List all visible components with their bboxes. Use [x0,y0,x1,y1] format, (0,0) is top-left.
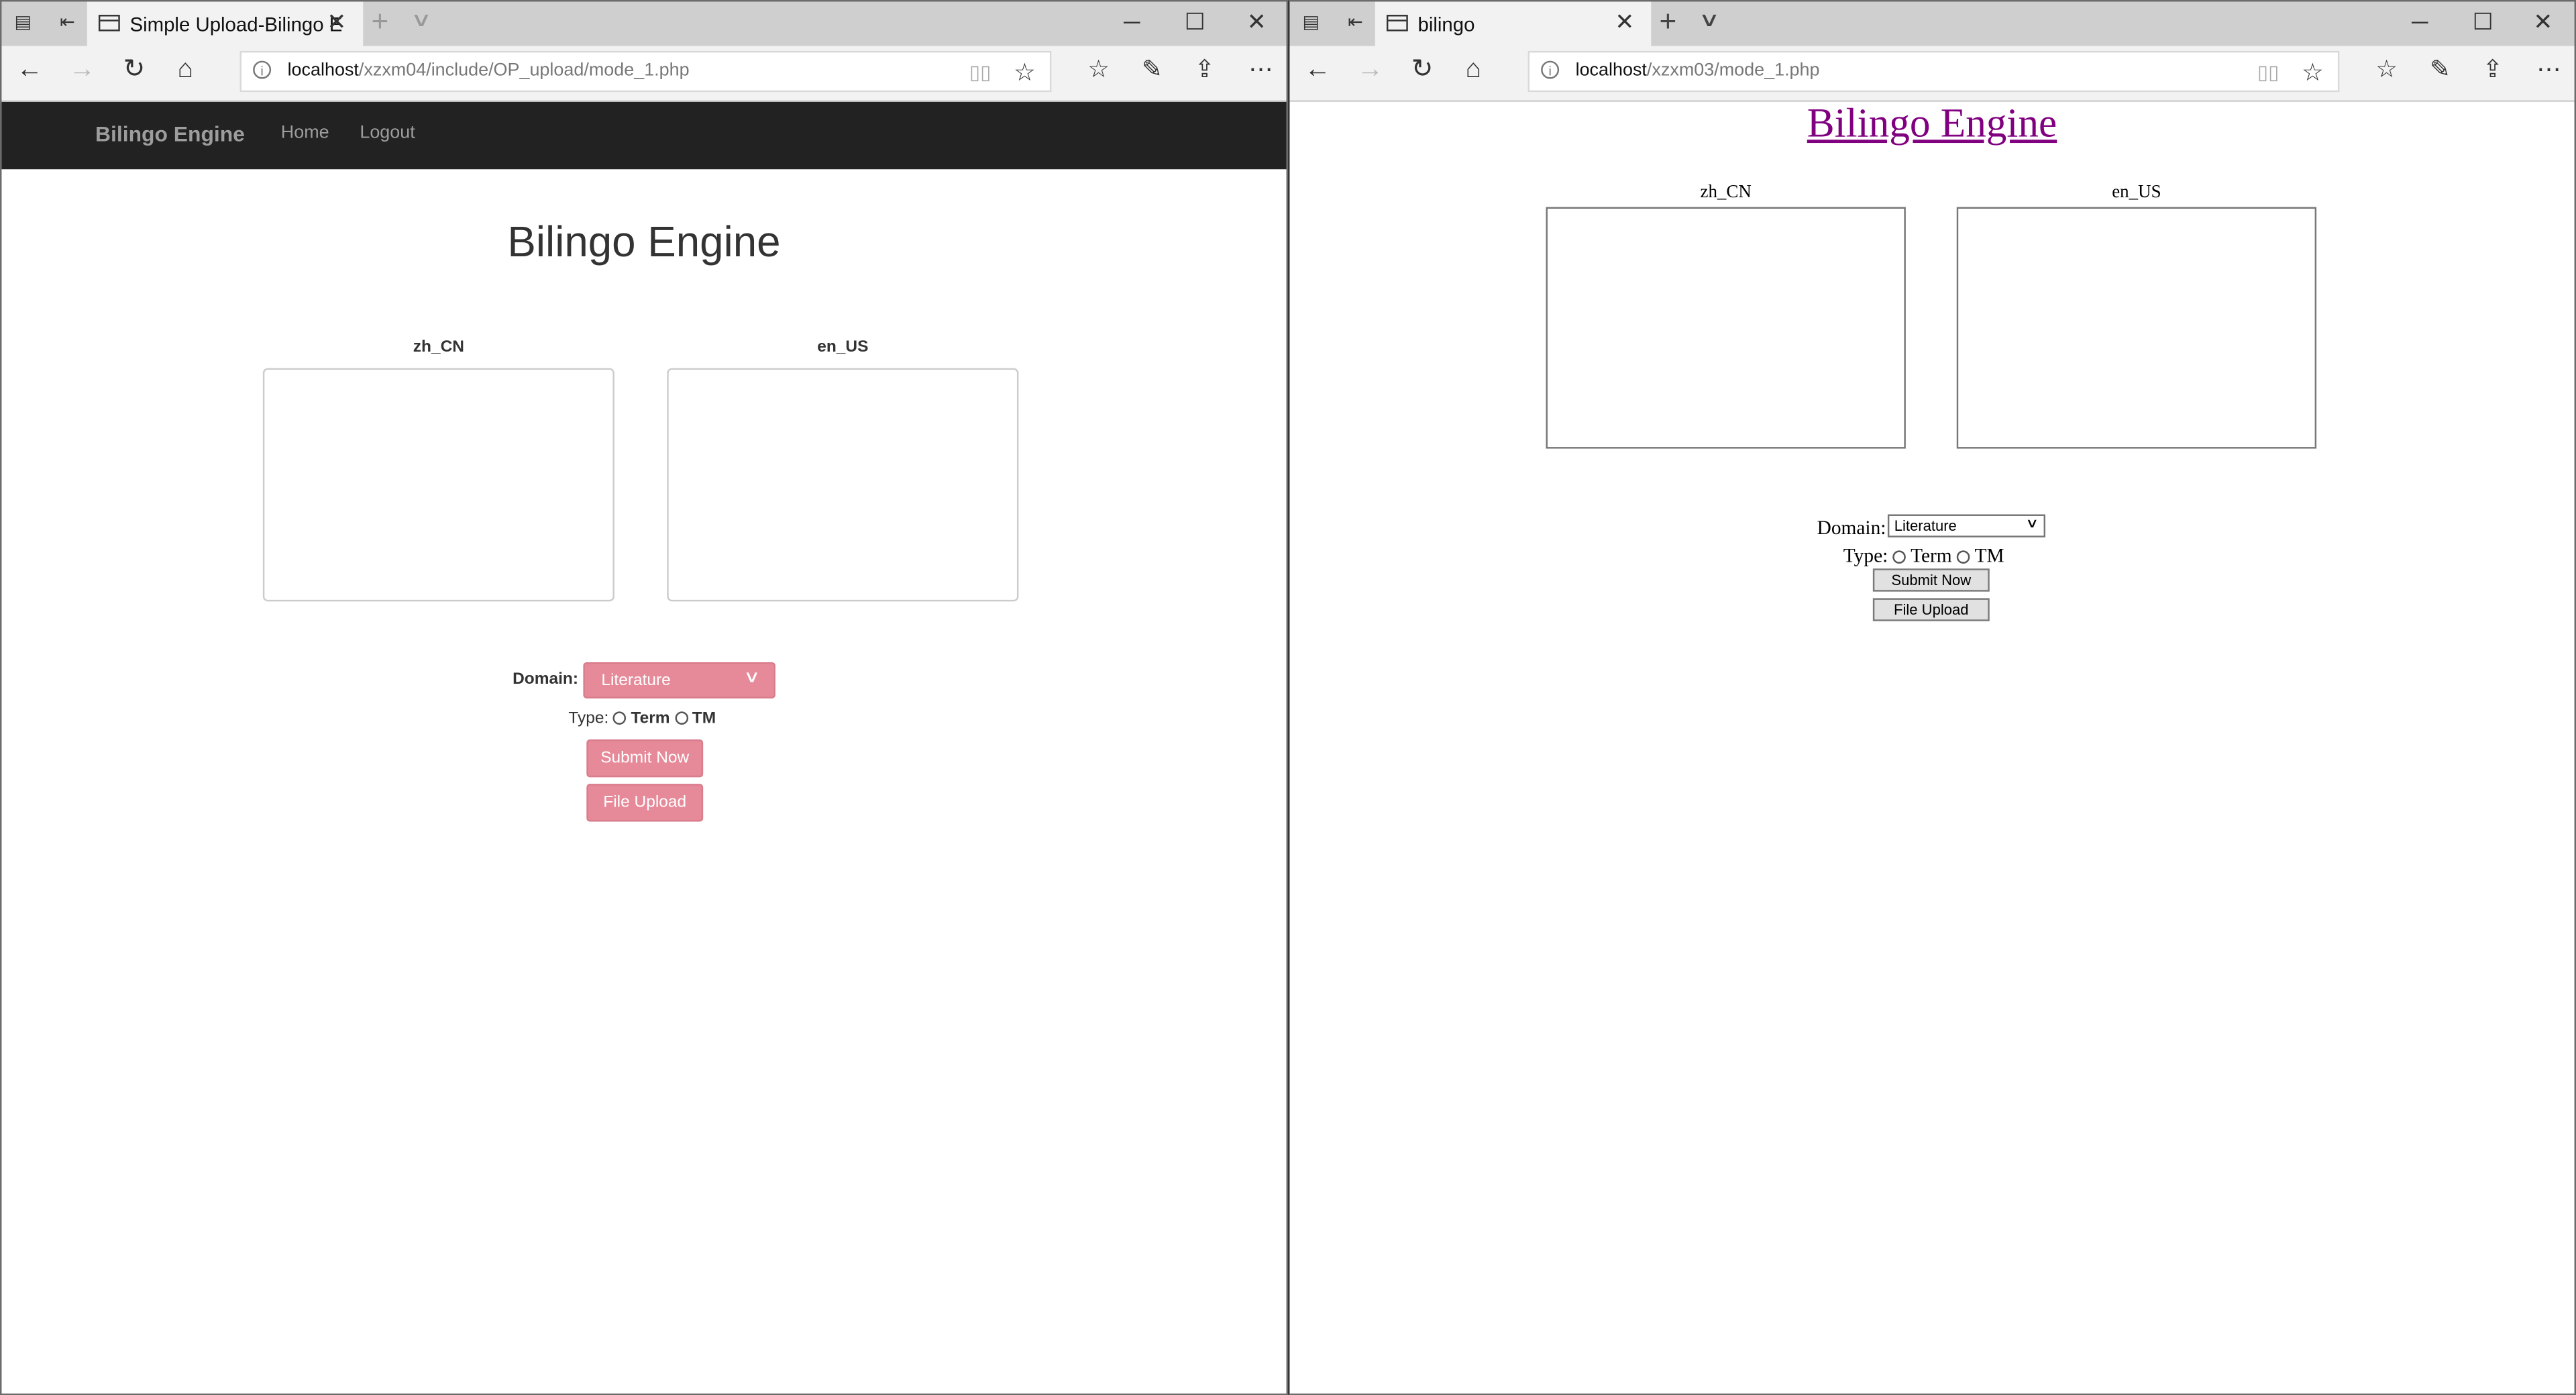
domain-label: Domain: [513,670,579,689]
favorites-icon[interactable]: ☆ [1087,56,1110,85]
type-row: Type: Term TM [568,710,716,728]
domain-selected-value: Literature [1894,517,1957,534]
chevron-down-icon: ∨ [2025,515,2039,531]
close-tab-icon[interactable]: ✕ [1615,10,1634,33]
left-browser-window: ▤ ⇤ Simple Upload-Bilingo E ✕ + ∨ ─ ☐ ✕ … [0,0,1289,1395]
close-tab-icon[interactable]: ✕ [327,10,346,33]
page-icon [98,15,120,32]
domain-label: Domain: [1817,515,1886,539]
site-navbar: Bilingo Engine Home Logout [1,101,1287,170]
back-arrow-icon[interactable]: ← [1305,56,1331,85]
tab-active[interactable]: Simple Upload-Bilingo E ✕ [87,1,364,46]
share-icon[interactable]: ⇪ [2482,56,2503,85]
tab-bar: ▤ ⇤ Simple Upload-Bilingo E ✕ + ∨ ─ ☐ ✕ [1,1,1287,46]
type-label: Type: [1843,544,1888,567]
pen-icon[interactable]: ✎ [1142,56,1163,85]
address-toolbar: ← → ↻ ⌂ i localhost/xzxm03/mode_1.php ▯▯… [1289,46,2575,102]
tab-active[interactable]: bilingo ✕ [1375,1,1652,46]
target-language-label: en_US [2112,182,2161,203]
chevron-down-icon[interactable]: ∨ [1699,8,1720,31]
forward-arrow-icon[interactable]: → [1357,56,1383,85]
url-text[interactable]: localhost/xzxm03/mode_1.php [1576,61,1820,81]
target-textarea[interactable] [667,368,1019,602]
reading-view-icon[interactable]: ▯▯ [969,61,991,84]
target-textarea[interactable] [1956,207,2317,449]
file-upload-button[interactable]: File Upload [1872,598,1990,621]
submit-now-button[interactable]: Submit Now [586,739,704,778]
more-icon[interactable]: ⋯ [2536,56,2561,85]
nav-link-home[interactable]: Home [281,123,329,143]
set-aside-icon[interactable]: ⇤ [56,11,78,34]
favorites-icon[interactable]: ☆ [2375,56,2398,85]
share-icon[interactable]: ⇪ [1194,56,1215,85]
source-language-label: zh_CN [413,338,464,357]
type-tm-radio[interactable] [1957,550,1970,564]
type-tm-radio[interactable] [674,711,688,725]
page-icon [1386,15,1408,32]
type-term-label: Term [1911,544,1952,567]
address-bar[interactable]: i localhost/xzxm04/include/OP_upload/mod… [239,50,1052,93]
domain-select[interactable]: Literature ∨ [583,662,775,699]
maximize-icon[interactable]: ☐ [2473,8,2493,34]
type-term-radio[interactable] [613,711,627,725]
type-term-radio[interactable] [1892,550,1907,564]
navbar-brand[interactable]: Bilingo Engine [95,121,245,146]
type-tm-label: TM [1974,544,2004,567]
forward-arrow-icon[interactable]: → [69,56,95,85]
url-text[interactable]: localhost/xzxm04/include/OP_upload/mode_… [288,61,690,81]
minimize-icon[interactable]: ─ [2412,8,2428,34]
set-aside-icon[interactable]: ⇤ [1344,11,1366,34]
tab-bar: ▤ ⇤ bilingo ✕ + ∨ ─ ☐ ✕ [1289,1,2575,46]
nav-link-logout[interactable]: Logout [360,123,415,143]
chevron-down-icon: ∨ [743,668,760,687]
target-language-label: en_US [817,338,869,357]
more-icon[interactable]: ⋯ [1248,56,1273,85]
close-window-icon[interactable]: ✕ [2533,8,2553,34]
tab-title: Simple Upload-Bilingo E [129,13,343,36]
source-textarea[interactable] [1546,207,1906,449]
source-language-label: zh_CN [1700,182,1752,203]
maximize-icon[interactable]: ☐ [1185,8,1205,34]
desktop: ▤ ⇤ Simple Upload-Bilingo E ✕ + ∨ ─ ☐ ✕ … [0,0,2576,1395]
type-term-label: Term [631,709,670,728]
minimize-icon[interactable]: ─ [1124,8,1140,34]
source-textarea[interactable] [262,368,614,602]
chevron-down-icon[interactable]: ∨ [411,8,432,31]
new-tab-icon[interactable]: + [1659,7,1676,36]
type-label: Type: [568,709,609,728]
close-window-icon[interactable]: ✕ [1247,8,1267,34]
file-upload-button[interactable]: File Upload [586,784,704,822]
star-icon[interactable]: ☆ [2302,58,2324,87]
tabs-aside-icon[interactable]: ▤ [1299,11,1322,34]
new-tab-icon[interactable]: + [371,7,388,36]
info-icon[interactable]: i [253,60,272,79]
home-icon[interactable]: ⌂ [1466,56,1482,85]
page-title: Bilingo Engine [507,217,781,266]
right-browser-window: ▤ ⇤ bilingo ✕ + ∨ ─ ☐ ✕ ← → ↻ ⌂ i localh… [1288,0,2576,1395]
pen-icon[interactable]: ✎ [2430,56,2451,85]
address-toolbar: ← → ↻ ⌂ i localhost/xzxm04/include/OP_up… [1,46,1287,102]
tab-title: bilingo [1417,13,1475,36]
star-icon[interactable]: ☆ [1014,58,1036,87]
reading-view-icon[interactable]: ▯▯ [2257,61,2279,84]
submit-now-button[interactable]: Submit Now [1872,568,1990,592]
page-title-link[interactable]: Bilingo Engine [1289,102,2574,148]
domain-selected-value: Literature [601,672,671,690]
back-arrow-icon[interactable]: ← [16,56,42,85]
home-icon[interactable]: ⌂ [177,56,193,85]
refresh-icon[interactable]: ↻ [123,56,146,85]
domain-select[interactable]: Literature ∨ [1887,514,2046,537]
refresh-icon[interactable]: ↻ [1411,56,1434,85]
tabs-aside-icon[interactable]: ▤ [11,11,34,34]
type-tm-label: TM [692,709,716,728]
address-bar[interactable]: i localhost/xzxm03/mode_1.php ▯▯ ☆ [1527,50,2340,93]
type-row: Type: Term TM [1843,544,2004,569]
info-icon[interactable]: i [1541,60,1560,79]
